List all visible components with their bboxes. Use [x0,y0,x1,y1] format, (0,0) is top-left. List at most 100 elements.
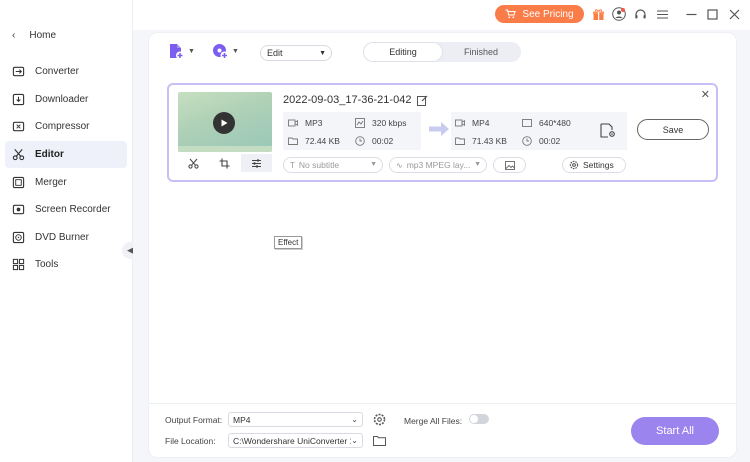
target-duration-value: 00:02 [539,136,561,146]
audio-track-select[interactable]: ∿ mp3 MPEG lay... ▼ [389,157,487,173]
clock-icon [522,136,532,146]
see-pricing-button[interactable]: See Pricing [495,5,584,23]
sidebar-item-label: Tools [35,259,59,271]
bitrate-icon [355,118,365,128]
sidebar-item-dvd-burner[interactable]: DVD Burner [5,224,127,252]
sidebar-item-label: Downloader [35,93,89,105]
effect-icon[interactable] [240,154,272,172]
effect-tooltip: Effect [274,236,303,249]
sidebar-item-merger[interactable]: Merger [5,168,127,196]
crop-icon[interactable] [209,154,240,172]
output-format-select[interactable]: MP4 ⌄ [228,412,363,427]
save-button[interactable]: Save [637,119,709,140]
tools-icon [12,259,25,271]
merger-icon [12,176,25,188]
thumbnail-bar [178,146,272,152]
tab-editing[interactable]: Editing [364,43,442,61]
tab-finished[interactable]: Finished [442,43,520,61]
bottom-bar: Output Format: MP4 ⌄ Merge All Files: Fi… [149,403,736,457]
target-format: MP4 [455,118,489,128]
add-dvd-button[interactable]: ▼ [212,43,239,60]
sidebar-item-screen-recorder[interactable]: Screen Recorder [5,196,127,224]
add-file-icon [170,44,184,60]
close-window-icon[interactable] [727,7,741,21]
folder-icon [455,137,465,145]
audio-wave-icon: ∿ [396,160,403,170]
mode-select[interactable]: Edit ▼ [260,45,332,61]
sidebar: ‹ Home Converter Downloader Compressor E… [0,0,139,462]
file-location-select[interactable]: C:\Wondershare UniConverter 1 ⌄ [228,433,363,448]
chevron-down-icon: ▼ [370,161,377,168]
target-size-value: 71.43 KB [472,136,507,146]
subtitle-icon: T [290,160,295,170]
rename-pencil-icon[interactable] [417,95,428,106]
audio-track-value: mp3 MPEG lay... [406,160,471,170]
convert-arrow-icon [429,122,449,136]
add-files-button[interactable]: ▼ [168,43,195,60]
see-pricing-label: See Pricing [522,8,574,20]
sidebar-item-label: Compressor [35,121,90,133]
source-bitrate-value: 320 kbps [372,118,407,128]
menu-icon[interactable] [655,7,669,21]
image-icon [504,160,515,170]
home-link[interactable]: ‹ Home [12,30,56,41]
source-bitrate: 320 kbps [355,118,407,128]
settings-label: Settings [583,160,614,170]
downloader-icon [12,93,25,106]
output-settings-icon[interactable] [600,123,616,138]
settings-gear-icon [569,160,579,170]
subtitle-select[interactable]: T No subtitle ▼ [283,157,383,173]
subtitle-select-value: No subtitle [298,160,340,170]
sidebar-item-tools[interactable]: Tools [5,251,127,279]
open-folder-icon[interactable] [373,435,386,446]
merge-all-files-toggle[interactable] [469,414,489,424]
target-resolution-value: 640*480 [539,118,571,128]
start-all-button[interactable]: Start All [631,417,719,445]
sidebar-item-label: Merger [35,176,67,188]
clock-icon [355,136,365,146]
minimize-icon[interactable] [684,7,698,21]
watermark-button[interactable] [493,157,526,173]
converter-icon [12,67,25,77]
sidebar-item-compressor[interactable]: Compressor [5,113,127,141]
chevron-down-icon: ⌄ [351,436,358,445]
file-name-text: 2022-09-03_17-36-21-042 [283,94,412,106]
chevron-down-icon: ▼ [474,161,481,168]
title-bar: See Pricing [133,0,750,30]
cart-icon [505,9,517,19]
user-avatar-icon[interactable] [612,7,626,21]
target-format-value: MP4 [472,118,490,128]
source-duration: 00:02 [355,136,393,146]
maximize-icon[interactable] [705,7,719,21]
headset-support-icon[interactable] [633,7,647,21]
sidebar-nav: Converter Downloader Compressor Editor M… [5,58,127,279]
editor-icon [12,149,25,161]
sidebar-item-converter[interactable]: Converter [5,58,127,86]
file-name: 2022-09-03_17-36-21-042 [283,94,428,106]
source-size-value: 72.44 KB [305,136,340,146]
compressor-icon [12,122,25,132]
sidebar-item-downloader[interactable]: Downloader [5,86,127,114]
screen-recorder-icon [12,205,25,215]
close-icon[interactable]: ✕ [701,88,710,101]
sidebar-item-label: DVD Burner [35,231,89,243]
source-size: 72.44 KB [288,136,340,146]
video-thumbnail[interactable] [178,92,272,152]
settings-button[interactable]: Settings [562,157,626,173]
chevron-down-icon: ⌄ [351,415,358,424]
merge-all-files-label: Merge All Files: [404,416,463,426]
mode-select-value: Edit [267,48,283,58]
sidebar-item-label: Converter [35,66,79,78]
sidebar-item-label: Editor [35,149,64,161]
sidebar-item-editor[interactable]: Editor [5,140,127,169]
trim-icon[interactable] [178,154,209,172]
folder-icon [288,137,298,145]
play-icon[interactable] [213,112,235,134]
file-location-value: C:\Wondershare UniConverter 1 [233,435,351,446]
output-settings-gear-icon[interactable] [373,413,386,426]
status-tabs: Editing Finished [363,42,521,62]
target-duration: 00:02 [522,136,560,146]
source-format-value: MP3 [305,118,323,128]
file-location-label: File Location: [165,436,216,446]
gift-icon[interactable] [591,7,605,21]
